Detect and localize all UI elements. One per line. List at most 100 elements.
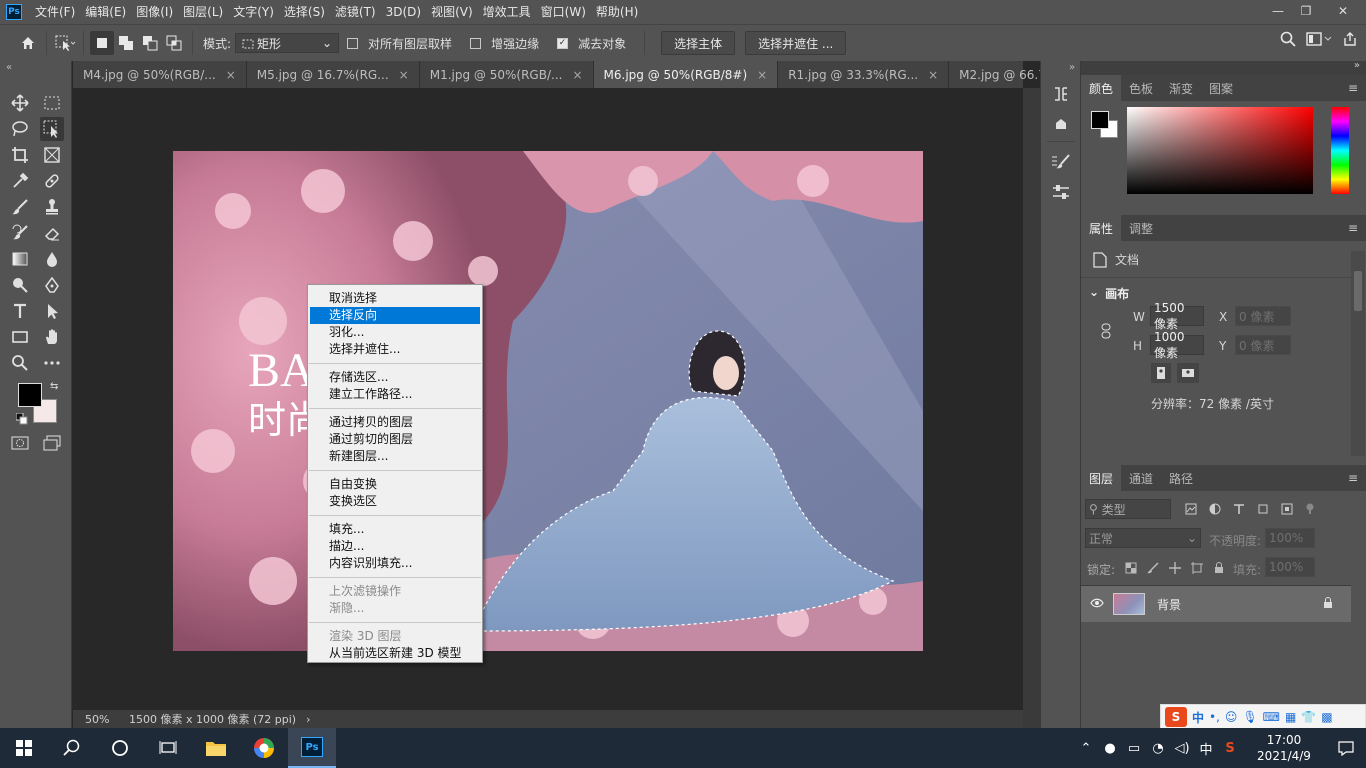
menu-edit[interactable]: 编辑(E) (80, 0, 131, 24)
healing-brush-tool-icon[interactable] (40, 169, 64, 193)
tab-swatches[interactable]: 色板 (1121, 75, 1161, 101)
dodge-tool-icon[interactable] (8, 273, 32, 297)
history-brush-tool-icon[interactable] (8, 221, 32, 245)
height-field[interactable]: 1000 像素 (1150, 330, 1204, 360)
notification-icon[interactable] (1326, 740, 1366, 756)
tab-m4[interactable]: M4.jpg @ 50%(RGB/... × (73, 61, 247, 88)
pen-tool-icon[interactable] (40, 273, 64, 297)
toolbox-icon[interactable]: ▩ (1321, 710, 1332, 724)
collapse-arrows-icon[interactable]: « (6, 62, 12, 73)
chevron-up-icon[interactable]: ⌃ (1074, 741, 1098, 756)
panel-menu-icon[interactable]: ≡ (1348, 81, 1358, 95)
brush-tool-icon[interactable] (8, 195, 32, 219)
select-and-mask-button[interactable]: 选择并遮住 ... (745, 31, 847, 55)
task-view-icon[interactable] (144, 728, 192, 768)
voice-icon[interactable]: 🎙 (1242, 710, 1257, 724)
opacity-field[interactable]: 100% (1265, 528, 1315, 548)
fill-field[interactable]: 100% (1265, 557, 1315, 577)
tab-r1[interactable]: R1.jpg @ 33.3%(RG... × (778, 61, 950, 88)
menu-item-transform-selection[interactable]: 变换选区 (308, 493, 482, 510)
eye-icon[interactable] (1081, 597, 1113, 611)
lasso-tool-icon[interactable] (8, 117, 32, 141)
object-selection-tool-preset-icon[interactable] (53, 31, 77, 55)
rectangular-marquee-tool-icon[interactable] (40, 91, 64, 115)
menu-view[interactable]: 视图(V) (426, 0, 478, 24)
pixel-layer-filter-icon[interactable] (1185, 503, 1197, 518)
tab-patterns[interactable]: 图案 (1201, 75, 1241, 101)
crop-tool-icon[interactable] (8, 143, 32, 167)
menu-window[interactable]: 窗口(W) (536, 0, 591, 24)
actions-panel-icon[interactable] (1053, 115, 1069, 134)
menu-layer[interactable]: 图层(L) (178, 0, 228, 24)
keyboard-icon[interactable]: ⌨ (1263, 710, 1280, 724)
document-image[interactable]: BA 时尚 (173, 151, 923, 651)
home-icon[interactable] (16, 31, 40, 55)
select-subject-button[interactable]: 选择主体 (661, 31, 736, 55)
lock-position-icon[interactable] (1169, 562, 1181, 577)
tab-m5[interactable]: M5.jpg @ 16.7%(RG... × (247, 61, 420, 88)
input-language[interactable]: 中 (1194, 739, 1218, 758)
sogou-tray-icon[interactable]: S (1218, 741, 1242, 756)
minimize-button[interactable]: — (1264, 0, 1292, 22)
close-icon[interactable]: × (399, 68, 409, 82)
rectangle-tool-icon[interactable] (8, 325, 32, 349)
qq-icon[interactable]: ● (1098, 741, 1122, 756)
color-field[interactable] (1127, 107, 1313, 194)
close-icon[interactable]: × (757, 68, 767, 82)
foreground-color-swatch[interactable] (1091, 111, 1109, 129)
clock[interactable]: 17:00 2021/4/9 (1242, 732, 1326, 764)
browser-icon[interactable] (240, 728, 288, 768)
menu-select[interactable]: 选择(S) (279, 0, 330, 24)
photoshop-taskbar-icon[interactable]: Ps (288, 728, 336, 768)
subtract-from-selection-icon[interactable] (138, 31, 162, 55)
shape-layer-filter-icon[interactable] (1257, 503, 1269, 518)
menu-file[interactable]: 文件(F) (30, 0, 80, 24)
sogou-logo-icon[interactable]: S (1165, 707, 1187, 727)
menu-plugins[interactable]: 增效工具 (478, 0, 536, 24)
intersect-selection-icon[interactable] (162, 31, 186, 55)
sample-all-layers-checkbox[interactable] (347, 37, 359, 49)
portrait-orientation-icon[interactable] (1151, 363, 1171, 383)
history-panel-icon[interactable] (1053, 85, 1069, 106)
battery-icon[interactable]: ▭ (1122, 741, 1146, 756)
hand-tool-icon[interactable] (40, 325, 64, 349)
menu-filter[interactable]: 滤镜(T) (330, 0, 381, 24)
move-tool-icon[interactable] (8, 91, 32, 115)
tab-m1[interactable]: M1.jpg @ 50%(RGB/... × (420, 61, 594, 88)
cortana-icon[interactable] (96, 728, 144, 768)
menu-help[interactable]: 帮助(H) (591, 0, 643, 24)
menu-3d[interactable]: 3D(D) (381, 0, 426, 24)
adjustment-layer-filter-icon[interactable] (1209, 503, 1221, 518)
menu-image[interactable]: 图像(I) (131, 0, 178, 24)
menu-item-new-layer[interactable]: 新建图层... (308, 448, 482, 465)
eyedropper-tool-icon[interactable] (8, 169, 32, 193)
panel-menu-icon[interactable]: ≡ (1348, 221, 1358, 235)
type-tool-icon[interactable] (8, 299, 32, 323)
subtract-object-checkbox[interactable]: ✓ (557, 37, 569, 49)
lock-artboard-icon[interactable] (1191, 562, 1203, 577)
close-icon[interactable]: × (928, 68, 938, 82)
menu-item-select-and-mask[interactable]: 选择并遮住... (308, 341, 482, 358)
tab-layers[interactable]: 图层 (1081, 465, 1122, 491)
menu-item-free-transform[interactable]: 自由变换 (308, 476, 482, 493)
blend-mode-select[interactable]: 正常 ⌄ (1085, 528, 1201, 548)
more-tools-icon[interactable] (40, 351, 64, 375)
tab-m6[interactable]: M6.jpg @ 50%(RGB/8#) × (593, 61, 779, 88)
start-windows-icon[interactable] (0, 728, 48, 768)
menu-item-layer-via-copy[interactable]: 通过拷贝的图层 (308, 414, 482, 431)
collapse-arrows-icon[interactable]: » (1069, 62, 1075, 73)
adjustments-sliders-icon[interactable] (1051, 183, 1071, 204)
menu-type[interactable]: 文字(Y) (228, 0, 279, 24)
eraser-tool-icon[interactable] (40, 221, 64, 245)
lock-transparent-icon[interactable] (1125, 562, 1137, 577)
search-icon[interactable] (1280, 31, 1296, 50)
menu-item-new-3d-from-selection[interactable]: 从当前选区新建 3D 模型 (308, 645, 482, 662)
landscape-orientation-icon[interactable] (1177, 363, 1199, 383)
ime-punct-toggle[interactable]: •, (1209, 710, 1220, 724)
lock-all-icon[interactable] (1213, 562, 1225, 577)
link-dimensions-icon[interactable] (1101, 323, 1111, 342)
menu-item-stroke[interactable]: 描边... (308, 538, 482, 555)
tab-adjustments[interactable]: 调整 (1121, 215, 1161, 241)
menu-item-deselect[interactable]: 取消选择 (308, 290, 482, 307)
path-selection-tool-icon[interactable] (40, 299, 64, 323)
